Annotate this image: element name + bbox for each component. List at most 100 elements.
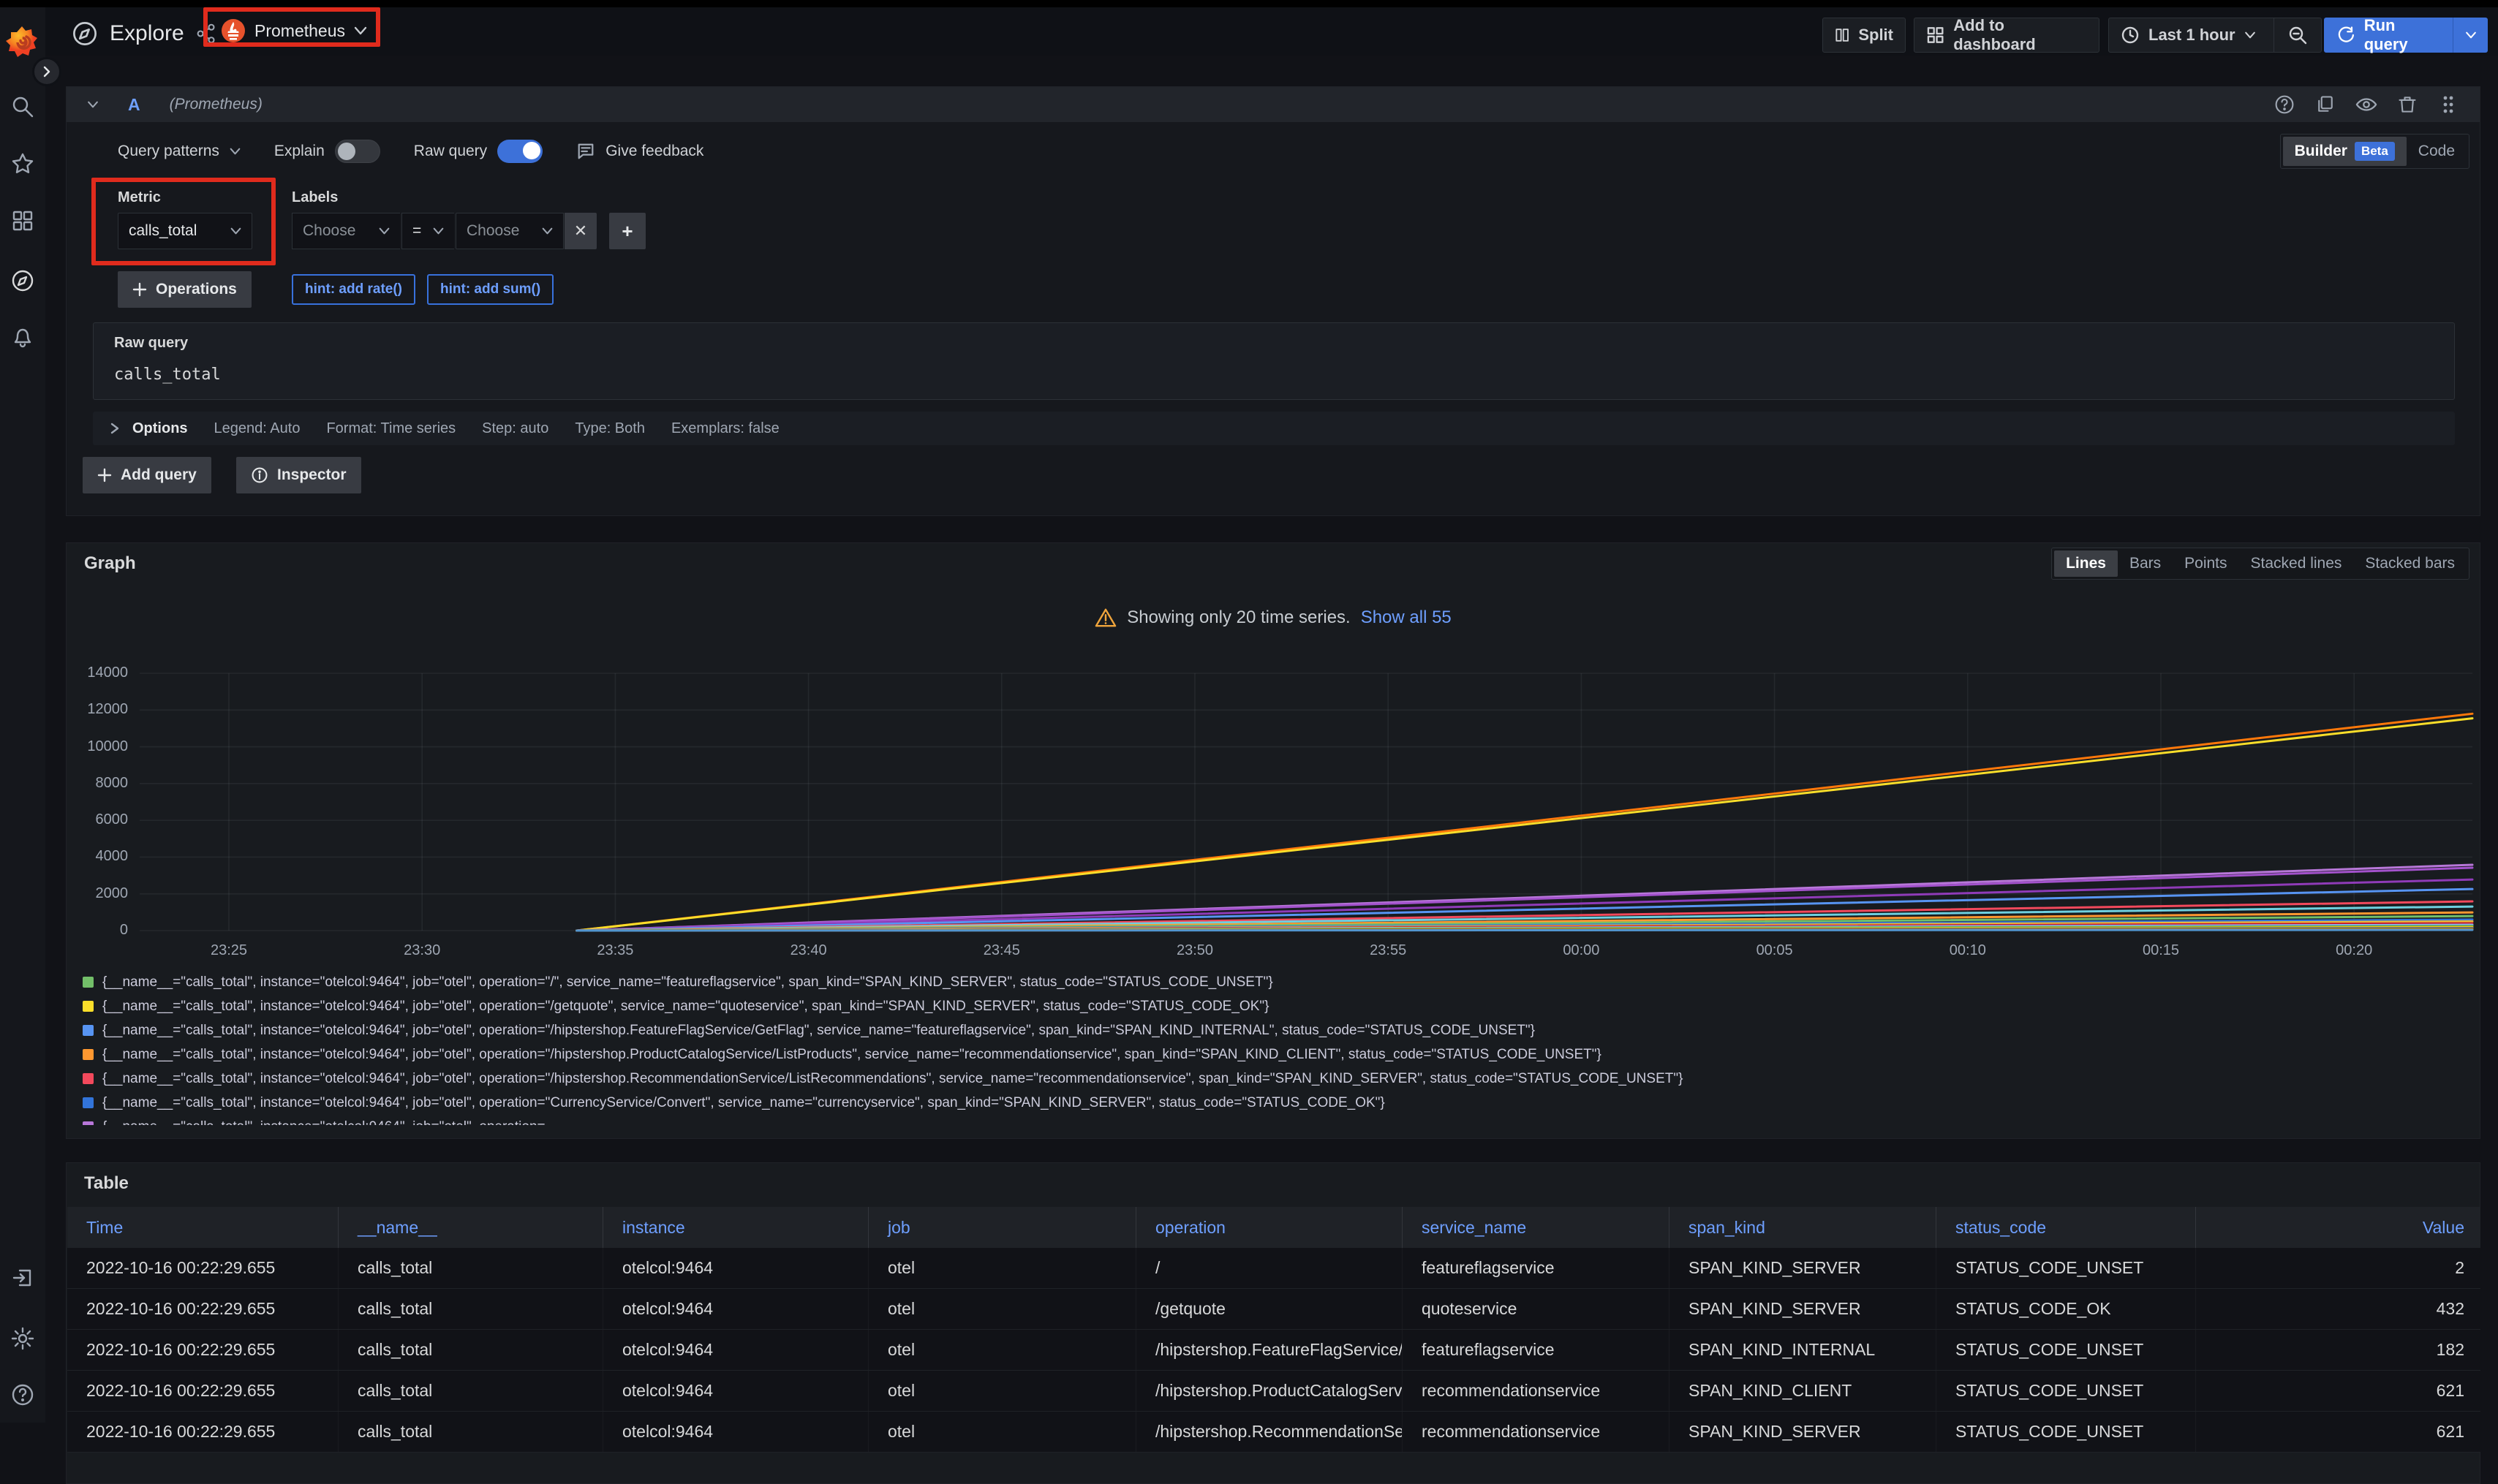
zoom-out-time-button[interactable]	[2274, 18, 2322, 53]
explore-compass-icon[interactable]	[11, 269, 34, 292]
apps-grid-icon[interactable]	[11, 209, 34, 232]
split-button[interactable]: Split	[1822, 18, 1906, 53]
query-row-header[interactable]: A (Prometheus)	[67, 87, 2480, 122]
info-circle-icon	[251, 466, 268, 484]
legend-item[interactable]: {__name__="calls_total", instance="otelc…	[83, 1091, 2465, 1115]
explain-toggle[interactable]	[335, 140, 380, 163]
tab-builder[interactable]: Builder Beta	[2283, 137, 2407, 166]
table-cell: calls_total	[338, 1289, 603, 1329]
table-row[interactable]: 2022-10-16 00:22:29.655calls_totalotelco…	[67, 1412, 2480, 1453]
operations-button[interactable]: Operations	[118, 271, 252, 308]
table-column-header[interactable]: __name__	[338, 1207, 603, 1248]
table-cell: STATUS_CODE_UNSET	[1936, 1330, 2195, 1370]
table-column-header[interactable]: job	[868, 1207, 1136, 1248]
inspector-button[interactable]: Inspector	[236, 457, 361, 493]
datasource-name: Prometheus	[254, 21, 345, 41]
settings-gear-icon[interactable]	[11, 1327, 34, 1350]
table-cell: 432	[2195, 1289, 2480, 1329]
query-patterns-dropdown[interactable]: Query patterns	[118, 143, 241, 160]
query-options-row[interactable]: Options Legend: AutoFormat: Time seriesS…	[93, 412, 2455, 445]
label-operator-select[interactable]: =	[401, 213, 454, 249]
query-hint-button[interactable]: hint: add sum()	[427, 274, 554, 305]
raw-query-preview: Raw query calls_total	[93, 322, 2455, 400]
query-ref-id[interactable]: A	[128, 95, 140, 115]
raw-query-toggle[interactable]	[497, 140, 543, 163]
raw-query-toggle-label: Raw query	[414, 143, 487, 160]
run-query-label: Run query	[2364, 16, 2439, 54]
duplicate-query-icon[interactable]	[2314, 94, 2336, 116]
table-cell: otel	[868, 1371, 1136, 1411]
sidebar-expand-button[interactable]	[32, 57, 61, 86]
sign-in-icon[interactable]	[11, 1266, 34, 1290]
add-query-button[interactable]: Add query	[83, 457, 211, 493]
table-cell: otelcol:9464	[603, 1289, 868, 1329]
table-column-header[interactable]: Value	[2195, 1207, 2480, 1248]
legend-item[interactable]: {__name__="calls_total", instance="otelc…	[83, 1067, 2465, 1091]
chevron-down-icon	[379, 227, 390, 235]
datasource-picker[interactable]: Prometheus	[214, 15, 374, 47]
remove-label-filter-button[interactable]: ✕	[565, 213, 597, 249]
drag-handle-icon[interactable]	[2437, 94, 2459, 116]
bell-icon[interactable]	[11, 325, 34, 348]
add-label-filter-button[interactable]: +	[609, 213, 646, 249]
legend-item[interactable]: {__name__="calls_total", instance="otelc…	[83, 1042, 2465, 1067]
legend-item[interactable]: {__name__="calls_total", instance="otelc…	[83, 1018, 2465, 1042]
table-cell: otel	[868, 1289, 1136, 1329]
table-cell: STATUS_CODE_UNSET	[1936, 1248, 2195, 1288]
code-label: Code	[2418, 143, 2455, 160]
hide-response-eye-icon[interactable]	[2355, 94, 2377, 116]
star-icon[interactable]	[11, 152, 34, 175]
query-help-icon[interactable]	[2274, 94, 2295, 116]
table-cell: /	[1136, 1248, 1402, 1288]
label-value-select[interactable]: Choose	[456, 213, 564, 249]
legend-item[interactable]: {__name__="calls_total", instance="otelc…	[83, 1115, 2465, 1125]
table-column-header[interactable]: service_name	[1402, 1207, 1669, 1248]
graph-panel: Graph LinesBarsPointsStacked linesStacke…	[66, 542, 2480, 1139]
table-row[interactable]: 2022-10-16 00:22:29.655calls_totalotelco…	[67, 1371, 2480, 1412]
table-column-header[interactable]: instance	[603, 1207, 868, 1248]
table-cell: 2022-10-16 00:22:29.655	[67, 1412, 338, 1452]
legend-item[interactable]: {__name__="calls_total", instance="otelc…	[83, 970, 2465, 994]
chevron-right-icon	[41, 66, 53, 77]
query-editor-panel: A (Prometheus) Query patterns Explain Ra…	[66, 86, 2480, 516]
tab-code[interactable]: Code	[2407, 137, 2467, 166]
table-column-header[interactable]: status_code	[1936, 1207, 2195, 1248]
table-cell: SPAN_KIND_INTERNAL	[1669, 1330, 1936, 1370]
legend-series-label: {__name__="calls_total", instance="otelc…	[102, 999, 1269, 1015]
run-query-dropdown[interactable]	[2453, 18, 2488, 53]
table-column-header[interactable]: operation	[1136, 1207, 1402, 1248]
table-row[interactable]: 2022-10-16 00:22:29.655calls_totalotelco…	[67, 1330, 2480, 1371]
metric-value: calls_total	[129, 222, 197, 240]
zoom-out-icon	[2287, 25, 2308, 45]
run-query-button[interactable]: Run query	[2324, 18, 2488, 53]
metric-select[interactable]: calls_total	[118, 213, 252, 249]
table-cell: calls_total	[338, 1248, 603, 1288]
table-body: 2022-10-16 00:22:29.655 calls_totalotelco…	[67, 1248, 2480, 1453]
search-icon[interactable]	[11, 95, 34, 118]
legend-color-swatch	[83, 977, 94, 988]
table-panel-title: Table	[84, 1173, 129, 1194]
table-column-header[interactable]: span_kind	[1669, 1207, 1936, 1248]
table-column-header[interactable]: Time	[67, 1207, 338, 1248]
remove-query-trash-icon[interactable]	[2396, 94, 2418, 116]
legend-item[interactable]: {__name__="calls_total", instance="otelc…	[83, 994, 2465, 1018]
query-datasource-hint: (Prometheus)	[170, 96, 263, 113]
help-icon[interactable]	[11, 1383, 34, 1407]
options-label: Options	[132, 420, 188, 437]
table-cell: otel	[868, 1412, 1136, 1452]
query-hint-button[interactable]: hint: add rate()	[292, 274, 415, 305]
options-summary-item: Format: Time series	[326, 420, 456, 437]
legend-series-label: {__name__="calls_total", instance="otelc…	[102, 974, 1273, 991]
table-cell: /hipstershop.RecommendationService/ListR…	[1136, 1412, 1402, 1452]
table-row[interactable]: 2022-10-16 00:22:29.655calls_totalotelco…	[67, 1248, 2480, 1289]
add-to-dashboard-button[interactable]: Add to dashboard	[1914, 18, 2099, 53]
grafana-logo[interactable]	[6, 25, 38, 58]
operations-label: Operations	[156, 281, 237, 298]
table-row[interactable]: 2022-10-16 00:22:29.655calls_totalotelco…	[67, 1289, 2480, 1330]
label-operator-value: =	[412, 222, 421, 240]
give-feedback-link[interactable]: Give feedback	[576, 142, 703, 161]
time-range-picker[interactable]: Last 1 hour	[2108, 18, 2274, 53]
table-cell: SPAN_KIND_SERVER	[1669, 1289, 1936, 1329]
collapse-chevron-icon[interactable]	[87, 101, 99, 108]
label-key-select[interactable]: Choose	[292, 213, 400, 249]
